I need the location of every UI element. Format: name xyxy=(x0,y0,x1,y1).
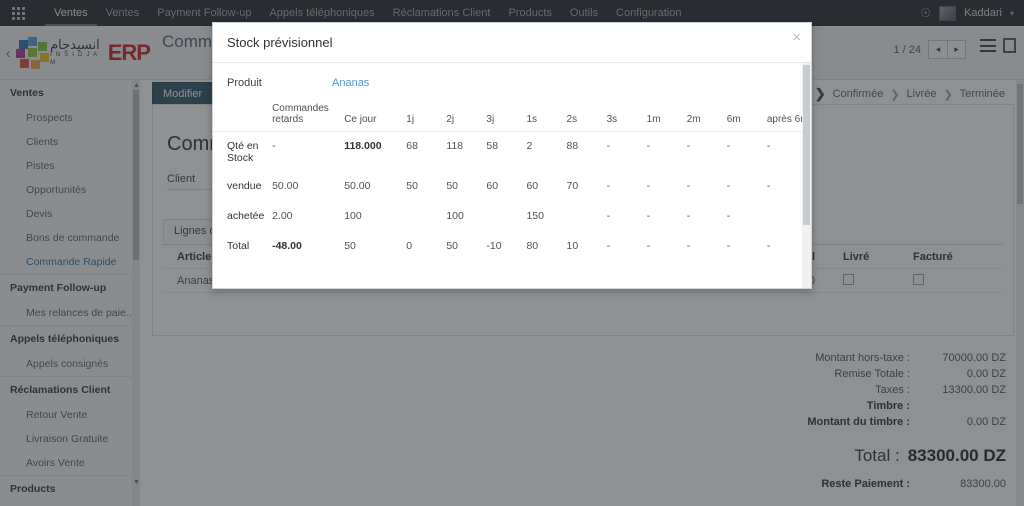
dialog-header: Stock prévisionnel × xyxy=(213,23,811,63)
cell-6m: - xyxy=(726,210,731,222)
cell-3j: 58 xyxy=(486,140,499,152)
cell-6m: - xyxy=(726,140,731,152)
cell-2j: 50 xyxy=(446,180,459,192)
cell-2j: 118 xyxy=(446,140,464,152)
cell-1j: 50 xyxy=(406,180,418,192)
cell-1s: 80 xyxy=(526,240,539,252)
column-header-1m: 1m xyxy=(646,114,661,125)
cell-ce-jour: 118.000 xyxy=(344,140,382,152)
cell-1m: - xyxy=(646,140,651,152)
cell-1s: 2 xyxy=(526,140,533,152)
close-icon[interactable]: × xyxy=(792,30,801,45)
cell-3j: 60 xyxy=(486,180,499,192)
column-header-3s: 3s xyxy=(606,114,618,125)
dialog-body: Produit Ananas Commandes retards Ce jour… xyxy=(213,63,811,262)
column-header-3j: 3j xyxy=(486,114,495,125)
column-header-2m: 2m xyxy=(686,114,701,125)
cell-1s: 150 xyxy=(526,210,544,222)
column-header-1s: 1s xyxy=(526,114,538,125)
cell-3s: - xyxy=(606,240,611,252)
cell-3s: - xyxy=(606,210,611,222)
cell-6m: - xyxy=(726,240,731,252)
table-body: Qté en Stock - 118.000 68 118 58 2 88 - - - - - vendu… xyxy=(213,132,811,263)
cell-1m: - xyxy=(646,240,651,252)
cell-ce-jour: 50.00 xyxy=(344,180,371,192)
cell-2s: 88 xyxy=(566,140,579,152)
cell-1j xyxy=(402,202,442,232)
row-label: vendue xyxy=(227,180,262,192)
column-header-ce-jour: Ce jour xyxy=(344,114,377,125)
cell-ce-jour: 50 xyxy=(344,240,356,252)
cell-3j: -10 xyxy=(486,240,502,252)
stock-forecast-table: Commandes retards Ce jour 1j 2j 3j 1s 2s… xyxy=(213,99,811,262)
cell-2s: 10 xyxy=(566,240,579,252)
column-header-commandes-retards: Commandes retards xyxy=(272,103,329,125)
stock-forecast-dialog: Stock prévisionnel × Produit Ananas Comm… xyxy=(212,22,812,289)
column-header-1j: 1j xyxy=(406,114,415,125)
product-value-link[interactable]: Ananas xyxy=(332,77,369,89)
dialog-scrollbar-thumb[interactable] xyxy=(803,65,810,225)
cell-ce-jour: 100 xyxy=(344,210,362,222)
cell-1j: 68 xyxy=(406,140,418,152)
cell-commandes-retards: -48.00 xyxy=(272,240,302,252)
dialog-title: Stock prévisionnel xyxy=(227,35,333,50)
cell-3s: - xyxy=(606,180,611,192)
table-row: Qté en Stock -118.000 68 118 58 2 88- - - - - xyxy=(213,132,811,173)
cell-1j: 0 xyxy=(406,240,413,252)
cell-1s: 60 xyxy=(526,180,539,192)
cell-commandes-retards: - xyxy=(272,140,276,152)
row-label: Total xyxy=(227,240,250,252)
cell-1m: - xyxy=(646,180,651,192)
column-header-6m: 6m xyxy=(726,114,741,125)
cell-2m: - xyxy=(686,240,691,252)
table-head: Commandes retards Ce jour 1j 2j 3j 1s 2s… xyxy=(213,99,811,132)
cell-3j xyxy=(482,202,522,232)
cell-3s: - xyxy=(606,140,611,152)
cell-6m: - xyxy=(726,180,731,192)
cell-2m: - xyxy=(686,140,691,152)
table-header-row: Commandes retards Ce jour 1j 2j 3j 1s 2s… xyxy=(213,99,811,132)
row-label: achetée xyxy=(227,210,265,222)
cell-2m: - xyxy=(686,180,691,192)
dialog-scrollbar[interactable] xyxy=(802,63,811,288)
column-header-blank xyxy=(213,99,268,132)
row-label: Qté en Stock xyxy=(227,140,259,164)
cell-2m: - xyxy=(686,210,691,222)
cell-2s: 70 xyxy=(566,180,579,192)
column-header-2j: 2j xyxy=(446,114,455,125)
cell-2s xyxy=(563,202,603,232)
cell-1m: - xyxy=(646,210,651,222)
table-row: achetée 2.00 100 100 150 - - - - xyxy=(213,202,811,232)
table-row: Total -48.00 50 0 50 -10 80 10- - - - - xyxy=(213,232,811,262)
cell-commandes-retards: 50.00 xyxy=(272,180,299,192)
cell-commandes-retards: 2.00 xyxy=(272,210,293,222)
cell-2j: 100 xyxy=(446,210,464,222)
table-row: vendue 50.00 50.00 50 50 60 60 70- - - - - xyxy=(213,172,811,202)
product-label: Produit xyxy=(227,77,262,89)
product-field: Produit Ananas xyxy=(213,63,811,99)
column-header-2s: 2s xyxy=(566,114,578,125)
cell-2j: 50 xyxy=(446,240,459,252)
